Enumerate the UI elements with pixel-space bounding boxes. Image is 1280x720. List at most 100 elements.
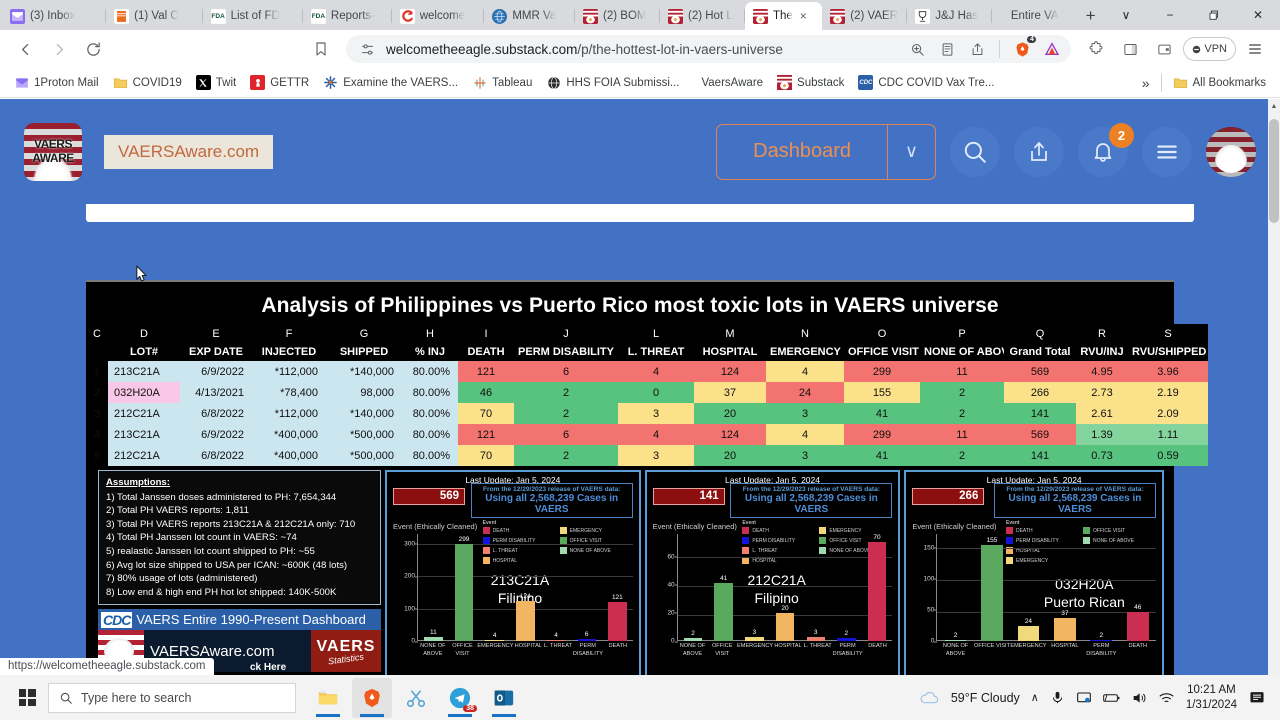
forward-button[interactable] [44, 34, 74, 64]
brave-triangle-icon[interactable] [1041, 38, 1063, 60]
minimize-button[interactable]: − [1148, 0, 1192, 30]
active-indicator [360, 713, 384, 717]
x-tick-label: NONE OF ABOVE [679, 643, 706, 657]
bookmark-item[interactable]: VaersAware [687, 74, 769, 92]
tab-list-chevron-icon[interactable]: ∨ [1104, 0, 1148, 30]
cell-exp: 6/9/2022 [180, 424, 252, 445]
bookmark-item[interactable]: CDC CDC COVID Vax Tre... [852, 72, 1000, 93]
bookmark-label: 1Proton Mail [34, 76, 99, 89]
all-bookmarks-button[interactable]: All Bookmarks [1167, 72, 1273, 93]
microphone-icon[interactable] [1050, 690, 1065, 705]
share-button[interactable] [1014, 126, 1064, 177]
bar-value: 2 [953, 631, 958, 639]
vaers-analysis-infographic[interactable]: Analysis of Philippines vs Puerto Rico m… [86, 280, 1208, 675]
chevron-down-icon[interactable]: ∨ [887, 124, 935, 179]
reading-list-icon[interactable] [936, 38, 958, 60]
scrollbar-thumb[interactable] [1269, 119, 1279, 223]
wallet-icon[interactable] [1149, 34, 1179, 64]
assumption-item: 5) realastic Janssen lot count shipped t… [106, 546, 315, 558]
bookmarks-overflow-button[interactable]: » [1136, 72, 1156, 94]
battery-icon[interactable] [1102, 691, 1120, 705]
row-number: 4 [86, 424, 108, 445]
reload-button[interactable] [78, 34, 108, 64]
bookmark-item[interactable]: Tableau [466, 72, 538, 93]
telegram-icon[interactable]: 38 [440, 678, 480, 718]
address-bar[interactable]: welcometheeagle.substack.com/p/the-hotte… [346, 35, 1072, 63]
new-tab-button[interactable]: + [1077, 2, 1104, 30]
browser-tab[interactable]: (1) Val O [106, 2, 203, 30]
avatar[interactable] [1206, 126, 1256, 177]
browser-tab[interactable]: (2) VAER [822, 2, 908, 30]
x-tick-label: DEATH [1128, 643, 1148, 649]
source-line-2: Using all 2,568,239 Cases in VAERS [744, 493, 878, 515]
browser-tab-active[interactable]: The × [744, 2, 823, 30]
bar-value: 37 [1061, 610, 1069, 617]
wifi-icon[interactable] [1158, 691, 1175, 705]
browser-tab[interactable]: (2) BOM [575, 2, 660, 30]
cell-perm: 2 [514, 403, 618, 424]
bar-item: 37 [1047, 534, 1083, 641]
bar-value: 3 [752, 628, 757, 636]
file-explorer-icon[interactable] [308, 678, 348, 718]
browser-menu-hamburger-icon[interactable] [1240, 34, 1270, 64]
browser-tab[interactable]: Entire VA [992, 2, 1077, 30]
vpn-button[interactable]: VPN [1183, 37, 1236, 61]
bar [775, 612, 795, 641]
screen-cast-icon[interactable] [1076, 690, 1092, 706]
bookmark-item[interactable]: 1Proton Mail [8, 72, 105, 93]
notification-icon[interactable] [1248, 690, 1266, 706]
tableau-icon [472, 75, 487, 90]
browser-tab[interactable]: FDA Reports- [303, 2, 392, 30]
site-menu-button[interactable] [1142, 126, 1192, 177]
page-scrollbar[interactable]: ▲ [1268, 99, 1280, 675]
bookmark-item[interactable]: COVID19 [107, 72, 188, 93]
volume-icon[interactable] [1131, 690, 1147, 706]
scroll-up-arrow-icon[interactable]: ▲ [1268, 99, 1280, 113]
browser-tab[interactable]: (3) Inbox [2, 2, 107, 30]
article-body-strip [86, 204, 1194, 222]
tab-close-icon[interactable]: × [800, 10, 807, 22]
cell-lthreat: 4 [618, 361, 694, 382]
bookmark-page-icon[interactable] [306, 34, 336, 64]
notifications-button[interactable]: 2 [1078, 122, 1134, 177]
cell-office: 299 [844, 424, 920, 445]
bookmark-item[interactable]: Examine the VAERS... [317, 72, 464, 93]
outlook-icon[interactable] [484, 678, 524, 718]
bar-item: 3 [800, 534, 831, 641]
weather-label[interactable]: 59°F Cloudy [951, 691, 1020, 705]
clock[interactable]: 10:21 AM 1/31/2024 [1186, 683, 1237, 713]
bookmark-item[interactable]: Twit [190, 72, 242, 93]
cell-pct: 80.00% [402, 361, 458, 382]
back-button[interactable] [10, 34, 40, 64]
bookmark-item[interactable]: Substack [771, 72, 850, 93]
tray-expand-chevron-icon[interactable]: ∧ [1031, 691, 1039, 704]
start-button[interactable] [6, 675, 48, 720]
browser-tab[interactable]: MMR Va [484, 2, 576, 30]
extensions-puzzle-icon[interactable] [1081, 34, 1111, 64]
vaersaware-link-tooltip[interactable]: VAERSAware.com [104, 134, 274, 169]
bar-item: 70 [862, 534, 893, 641]
row-number: 3 [86, 403, 108, 424]
brave-browser-icon[interactable] [352, 677, 392, 718]
browser-tab[interactable]: welcome [392, 2, 485, 30]
notification-count: 38 [463, 704, 477, 712]
dashboard-button[interactable]: Dashboard ∨ [716, 123, 936, 180]
tab-label: (1) Val O [134, 10, 180, 22]
browser-tab[interactable]: J&J Has [907, 2, 993, 30]
zoom-in-icon[interactable] [906, 38, 928, 60]
share-icon[interactable] [966, 38, 988, 60]
close-button[interactable]: ✕ [1236, 0, 1280, 30]
bookmark-item[interactable]: GETTR [244, 72, 315, 93]
cell-hospital: 20 [694, 445, 766, 466]
browser-tab[interactable]: FDA List of FD [203, 2, 303, 30]
site-settings-tune-icon[interactable] [356, 38, 378, 60]
taskbar-search-box[interactable]: Type here to search [48, 682, 296, 713]
snipping-tool-icon[interactable] [396, 678, 436, 718]
brave-lion-icon[interactable]: 4 [1011, 36, 1037, 60]
publication-logo[interactable]: VAERS AWARE [24, 122, 82, 181]
bookmark-item[interactable]: HHS FOIA Submissi... [540, 72, 685, 93]
sidebar-panel-icon[interactable] [1115, 34, 1145, 64]
browser-tab[interactable]: (2) Hot L [660, 2, 745, 30]
search-button[interactable] [950, 126, 1000, 177]
restore-button[interactable] [1192, 0, 1236, 30]
